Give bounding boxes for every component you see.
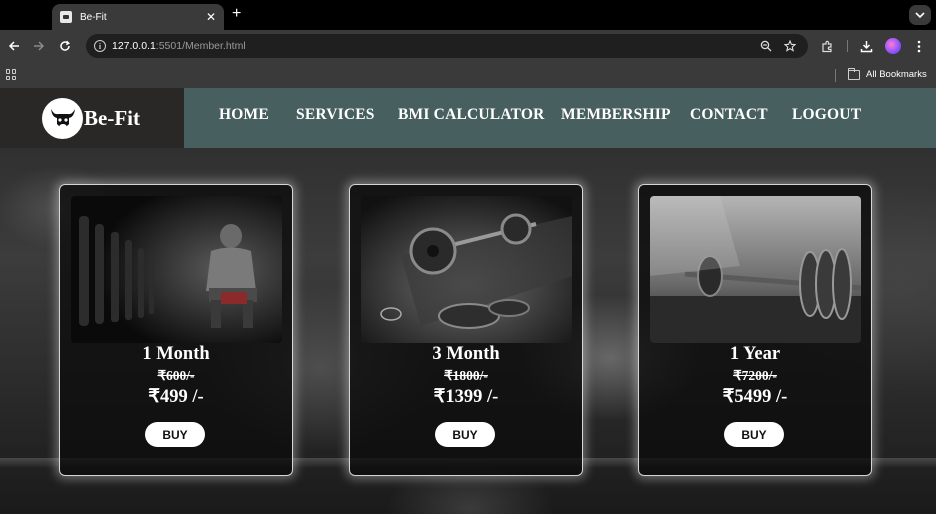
plan-card-1-year: 1 Year ₹7200/- ₹5499 /- BUY (638, 184, 872, 476)
reload-icon (60, 40, 71, 51)
download-icon[interactable] (858, 38, 874, 54)
tab-title: Be-Fit (80, 11, 107, 23)
membership-page: Be-Fit HOME SERVICES BMI CALCULATOR MEMB… (0, 88, 936, 514)
nav-membership[interactable]: MEMBERSHIP (561, 106, 671, 124)
plan-old-price: ₹1800/- (444, 368, 488, 383)
nav-contact[interactable]: CONTACT (690, 106, 768, 124)
plan-title: 1 Year (729, 344, 781, 364)
plan-price: ₹5499 /- (722, 387, 788, 407)
toolbar-divider (847, 40, 848, 52)
nav-logout[interactable]: LOGOUT (792, 106, 861, 124)
back-button[interactable] (6, 38, 22, 54)
forward-button[interactable] (31, 38, 47, 54)
bookmarks-divider (835, 69, 836, 82)
close-tab-icon[interactable]: ✕ (206, 11, 216, 23)
buy-button-3-month[interactable]: BUY (435, 422, 495, 447)
address-bar[interactable]: i 127.0.0.1:5501/Member.html (86, 34, 808, 58)
buy-button-1-month[interactable]: BUY (145, 422, 205, 447)
plan-price: ₹1399 /- (433, 387, 499, 407)
apps-grid-icon[interactable] (6, 69, 17, 80)
plan-old-price: ₹600/- (157, 368, 195, 383)
plan-price: ₹499 /- (148, 387, 204, 407)
plan-image (71, 196, 282, 343)
nav-home[interactable]: HOME (219, 106, 269, 124)
url-host: 127.0.0.1 (112, 40, 156, 52)
buy-button-1-year[interactable]: BUY (724, 422, 784, 447)
new-tab-icon[interactable]: + (232, 6, 241, 22)
bookmark-star-icon[interactable] (783, 39, 797, 53)
plan-card-3-month: 3 Month ₹1800/- ₹1399 /- BUY (349, 184, 583, 476)
all-bookmarks-link[interactable]: All Bookmarks (866, 69, 927, 80)
plan-title: 3 Month (432, 344, 500, 364)
site-header: Be-Fit HOME SERVICES BMI CALCULATOR MEMB… (0, 88, 936, 148)
favicon-icon (60, 11, 72, 23)
main-nav: HOME SERVICES BMI CALCULATOR MEMBERSHIP … (184, 88, 936, 148)
browser-tab-strip: Be-Fit ✕ + (0, 0, 936, 30)
logo[interactable]: Be-Fit (0, 88, 184, 148)
bookmarks-bar: All Bookmarks (0, 62, 936, 88)
plan-old-price: ₹7200/- (733, 368, 777, 383)
logo-text: Be-Fit (84, 105, 140, 130)
zoom-icon[interactable] (759, 39, 773, 53)
folder-icon (848, 68, 860, 80)
plan-title: 1 Month (142, 344, 210, 364)
chevron-down-icon (915, 12, 925, 18)
extensions-icon[interactable] (819, 38, 835, 54)
more-menu-icon[interactable] (911, 38, 927, 54)
arrow-left-icon (8, 41, 19, 51)
tab-search-button[interactable] (909, 5, 931, 25)
reload-button[interactable] (57, 38, 73, 54)
nav-bmi-calculator[interactable]: BMI CALCULATOR (398, 106, 544, 124)
plan-image (650, 196, 861, 343)
arrow-right-icon (34, 41, 45, 51)
nav-services[interactable]: SERVICES (296, 106, 375, 124)
profile-avatar[interactable] (885, 38, 901, 54)
plan-image (361, 196, 572, 343)
url-path: :5501/Member.html (155, 40, 246, 52)
site-info-icon[interactable]: i (94, 40, 106, 52)
browser-tab[interactable]: Be-Fit ✕ (52, 4, 224, 30)
plan-card-1-month: 1 Month ₹600/- ₹499 /- BUY (59, 184, 293, 476)
bull-logo-icon (42, 97, 83, 139)
browser-toolbar: i 127.0.0.1:5501/Member.html (0, 30, 936, 62)
